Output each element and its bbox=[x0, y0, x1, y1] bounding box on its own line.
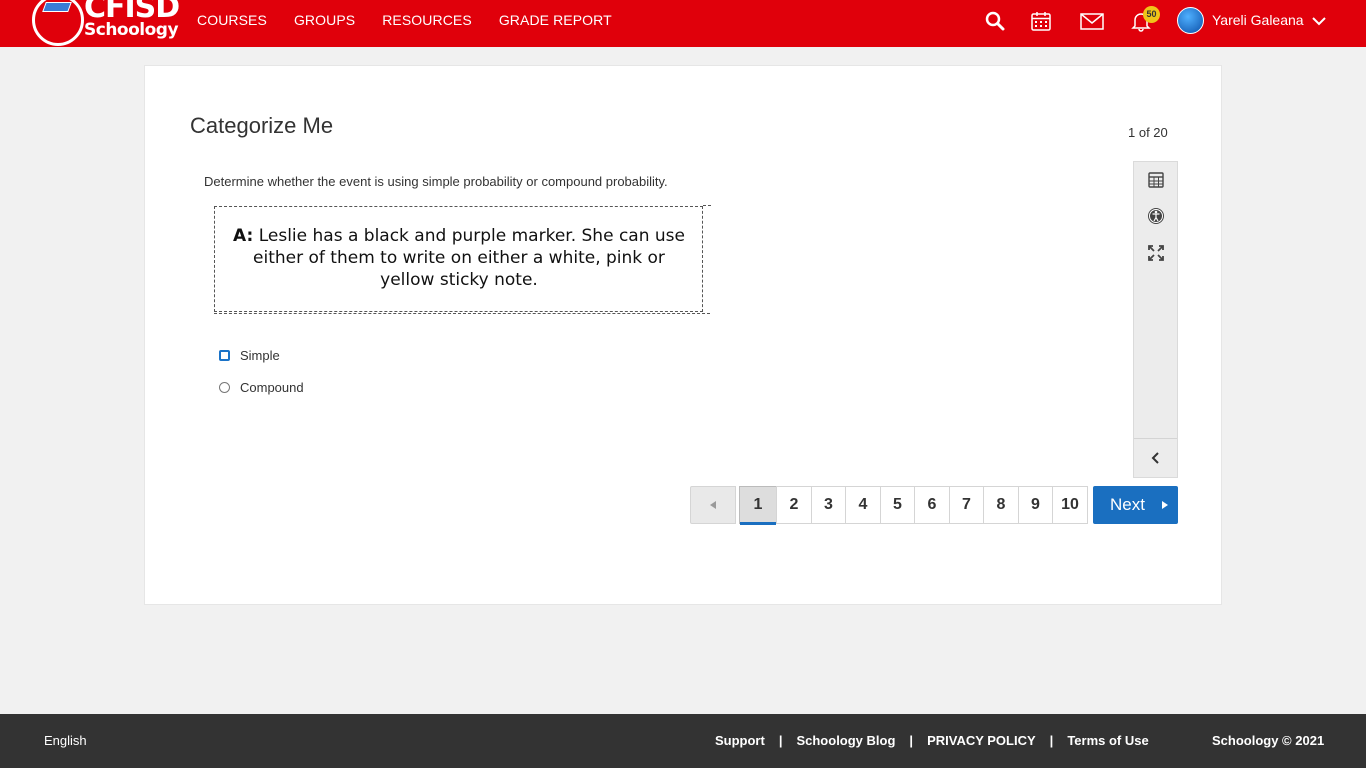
footer-link-support[interactable]: Support bbox=[715, 714, 765, 768]
chevron-down-icon[interactable] bbox=[1311, 13, 1327, 29]
assessment-card: Categorize Me 1 of 20 Determine whether … bbox=[144, 65, 1222, 605]
option-label-compound: Compound bbox=[240, 379, 304, 395]
user-name[interactable]: Yareli Galeana bbox=[1212, 0, 1304, 40]
copyright: Schoology © 2021 bbox=[1212, 733, 1325, 748]
next-button-label: Next bbox=[1110, 495, 1145, 514]
avatar[interactable] bbox=[1177, 7, 1204, 34]
cfisd-schoology-logo[interactable]: CFISD Schoology bbox=[32, 0, 180, 46]
previous-button[interactable] bbox=[690, 486, 736, 524]
nav-groups[interactable]: GROUPS bbox=[294, 0, 355, 40]
question-pager: 1 2 3 4 5 6 7 8 9 10 bbox=[690, 486, 1088, 525]
prompt-border-line bbox=[703, 205, 711, 206]
prompt-text: A: Leslie has a black and purple marker.… bbox=[229, 225, 689, 291]
caret-left-icon bbox=[710, 501, 716, 509]
notification-count-badge: 50 bbox=[1143, 6, 1160, 23]
prompt-image: A: Leslie has a black and purple marker.… bbox=[214, 206, 703, 312]
caret-right-icon bbox=[1162, 501, 1168, 509]
top-navigation-bar: CFISD Schoology COURSES GROUPS RESOURCES… bbox=[0, 0, 1366, 47]
mail-icon[interactable] bbox=[1079, 9, 1105, 33]
page-button-9[interactable]: 9 bbox=[1018, 486, 1053, 524]
calendar-icon[interactable] bbox=[1029, 9, 1053, 33]
tool-rail bbox=[1133, 161, 1178, 478]
footer-separator: | bbox=[909, 733, 914, 748]
footer: English Support | Schoology Blog | PRIVA… bbox=[0, 714, 1366, 768]
page-button-1[interactable]: 1 bbox=[739, 486, 777, 525]
nav-courses[interactable]: COURSES bbox=[197, 0, 267, 40]
nav-grade-report[interactable]: GRADE REPORT bbox=[499, 0, 612, 40]
page-button-7[interactable]: 7 bbox=[949, 486, 984, 524]
graduation-cap-icon bbox=[42, 2, 72, 12]
option-compound[interactable]: Compound bbox=[219, 378, 304, 396]
page-button-10[interactable]: 10 bbox=[1052, 486, 1088, 524]
radio-compound[interactable] bbox=[219, 381, 230, 393]
footer-link-blog[interactable]: Schoology Blog bbox=[796, 714, 895, 768]
prompt-label: A: bbox=[233, 226, 254, 246]
footer-separator: | bbox=[778, 733, 783, 748]
logo-text-bottom: Schoology bbox=[84, 20, 179, 40]
question-counter: 1 of 20 bbox=[1128, 125, 1168, 140]
option-label-simple: Simple bbox=[240, 347, 280, 363]
option-simple[interactable]: Simple bbox=[219, 346, 280, 364]
search-icon[interactable] bbox=[983, 9, 1007, 33]
page-button-4[interactable]: 4 bbox=[845, 486, 881, 524]
footer-separator: | bbox=[1049, 733, 1054, 748]
radio-simple[interactable] bbox=[219, 349, 230, 361]
page-button-5[interactable]: 5 bbox=[880, 486, 915, 524]
footer-links: Support | Schoology Blog | PRIVACY POLIC… bbox=[715, 714, 1149, 768]
footer-link-terms[interactable]: Terms of Use bbox=[1067, 714, 1148, 768]
tool-rail-divider bbox=[1134, 438, 1177, 439]
page-button-3[interactable]: 3 bbox=[811, 486, 846, 524]
prompt-border-line bbox=[214, 313, 710, 314]
language-selector[interactable]: English bbox=[44, 714, 87, 768]
nav-resources[interactable]: RESOURCES bbox=[382, 0, 472, 40]
page-title: Categorize Me bbox=[190, 113, 334, 138]
prompt-body: Leslie has a black and purple marker. Sh… bbox=[253, 226, 685, 290]
page-button-6[interactable]: 6 bbox=[914, 486, 950, 524]
footer-link-privacy[interactable]: PRIVACY POLICY bbox=[927, 714, 1036, 768]
question-text: Determine whether the event is using sim… bbox=[204, 174, 668, 189]
main-nav: COURSES GROUPS RESOURCES GRADE REPORT bbox=[197, 0, 639, 40]
page-button-8[interactable]: 8 bbox=[983, 486, 1019, 524]
page-button-2[interactable]: 2 bbox=[776, 486, 812, 524]
next-button[interactable]: Next bbox=[1093, 486, 1178, 524]
calculator-icon[interactable] bbox=[1146, 170, 1166, 190]
accessibility-icon[interactable] bbox=[1146, 206, 1166, 226]
collapse-chevron-icon[interactable] bbox=[1146, 448, 1166, 468]
fullscreen-icon[interactable] bbox=[1146, 243, 1166, 263]
